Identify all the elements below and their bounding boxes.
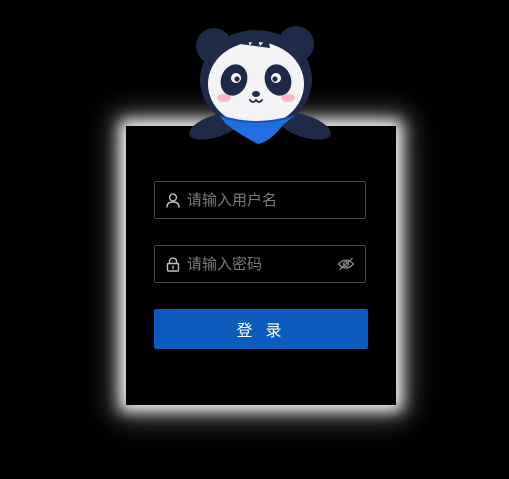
password-input[interactable] — [187, 246, 337, 282]
password-field — [154, 245, 366, 283]
login-page: 登 录 — [0, 0, 509, 479]
user-icon — [165, 192, 181, 208]
username-input[interactable] — [187, 182, 365, 218]
lock-icon — [165, 256, 181, 272]
panda-mascot — [189, 26, 331, 144]
login-button[interactable]: 登 录 — [154, 309, 368, 349]
login-card: 登 录 — [126, 126, 396, 405]
username-field — [154, 181, 366, 219]
eye-hidden-icon[interactable] — [337, 255, 355, 273]
